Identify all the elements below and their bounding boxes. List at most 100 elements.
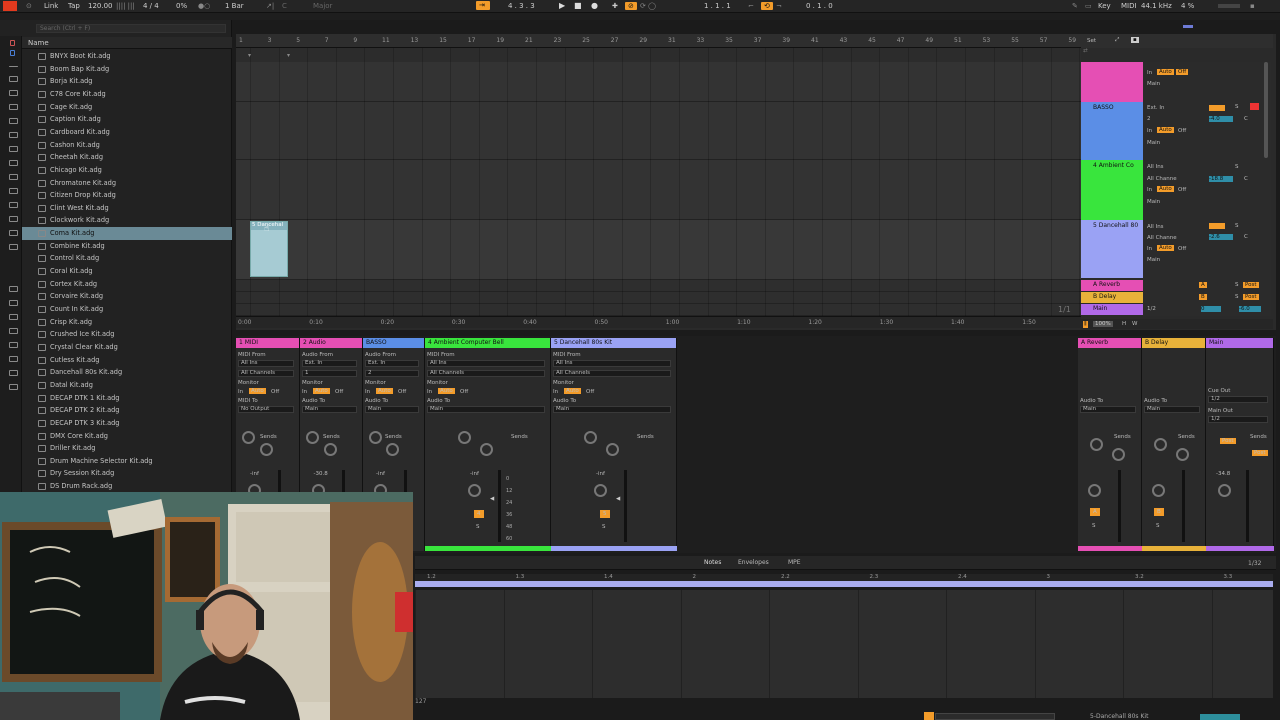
monitor-off[interactable]: Off xyxy=(586,389,594,395)
keyboard-icon[interactable]: ▭ xyxy=(1085,2,1092,10)
browser-item[interactable]: Datal Kit.adg xyxy=(22,379,232,392)
tempo-field[interactable]: 120.00 xyxy=(88,2,113,10)
browser-item[interactable]: Driller Kit.adg xyxy=(22,442,232,455)
monitor-auto[interactable]: Auto xyxy=(564,388,581,394)
grid-setting[interactable]: 1/32 xyxy=(1248,560,1261,567)
library-icon[interactable] xyxy=(9,76,18,82)
places-icon[interactable] xyxy=(9,286,18,292)
cue-output[interactable]: 1/2 xyxy=(1147,306,1156,312)
monitor-auto[interactable]: Auto xyxy=(438,388,455,394)
send-b-knob[interactable] xyxy=(323,443,337,456)
return-b-send[interactable]: B xyxy=(1199,294,1207,300)
send-b-knob[interactable] xyxy=(480,443,493,456)
monitor-off[interactable]: Off xyxy=(460,389,468,395)
input-type-select[interactable]: Ext. In xyxy=(302,360,357,367)
input-channel[interactable]: 2 xyxy=(1147,116,1151,122)
input-channel-select[interactable]: All Channels xyxy=(427,370,545,377)
send-b-knob[interactable] xyxy=(606,443,619,456)
browser-item[interactable]: Chromatone Kit.adg xyxy=(22,177,232,190)
send-a-knob[interactable] xyxy=(369,431,382,444)
input-type-select[interactable]: All Ins xyxy=(427,360,545,367)
monitor-in[interactable]: In xyxy=(1147,246,1152,252)
io-toggle-icon[interactable]: ▪ xyxy=(1131,37,1139,43)
track-head-ambient[interactable]: 4 Ambient Co xyxy=(1081,160,1143,220)
collections-blue-icon[interactable] xyxy=(10,50,15,56)
set-button[interactable]: Set xyxy=(1087,38,1096,44)
send-a-knob[interactable] xyxy=(458,431,471,444)
main-pan[interactable]: 0 xyxy=(1201,306,1221,312)
user-library-icon[interactable] xyxy=(9,314,18,320)
time-signature[interactable]: 4 / 4 xyxy=(143,2,159,10)
fader-cap-icon[interactable]: ◀ xyxy=(616,496,620,502)
draw-mode-icon[interactable]: ✎ xyxy=(1072,2,1078,10)
solo-button[interactable]: S xyxy=(1156,523,1160,529)
browser-item[interactable]: Crushed Ice Kit.adg xyxy=(22,328,232,341)
track-activator[interactable]: 4 xyxy=(474,510,484,518)
browser-item[interactable]: Dry Session Kit.adg xyxy=(22,467,232,480)
solo-button[interactable]: S xyxy=(476,524,480,530)
output-type-select[interactable]: Main xyxy=(553,406,671,413)
ableton-menu-icon[interactable] xyxy=(3,1,17,11)
monitor-auto[interactable]: Auto xyxy=(1157,245,1174,251)
monitor-in[interactable]: In xyxy=(1147,70,1152,76)
clip-loop-bar[interactable] xyxy=(415,581,1273,587)
arm-button[interactable] xyxy=(1250,103,1259,110)
output-select[interactable]: Main xyxy=(1147,257,1160,263)
browser-item[interactable]: Cutless Kit.adg xyxy=(22,354,232,367)
monitor-in[interactable]: In xyxy=(553,389,558,395)
browser-item[interactable]: DS Drum Rack.adg xyxy=(22,480,232,493)
volume-field[interactable]: -2.6 xyxy=(1209,234,1233,240)
monitor-in[interactable]: In xyxy=(1147,187,1152,193)
strip-title[interactable]: 5 Dancehall 80s Kit xyxy=(551,338,676,348)
cue-out-select[interactable]: 1/2 xyxy=(1208,396,1268,403)
track-head-basso[interactable]: BASSO xyxy=(1081,102,1143,160)
output-type-select[interactable]: Main xyxy=(427,406,545,413)
return-lane-delay[interactable] xyxy=(236,292,1081,304)
browser-item[interactable]: Coral Kit.adg xyxy=(22,265,232,278)
samples-icon[interactable] xyxy=(9,202,18,208)
output-select[interactable]: Main xyxy=(1147,140,1160,146)
overview-strip[interactable] xyxy=(0,13,1280,20)
punch-in-icon[interactable]: ⌐ xyxy=(748,2,754,10)
monitor-off[interactable]: Off xyxy=(1178,187,1186,193)
browser-item[interactable]: Coma Kit.adg xyxy=(22,227,232,240)
plugins-icon[interactable] xyxy=(9,174,18,180)
packs-icon[interactable] xyxy=(9,300,18,306)
collections-red-icon[interactable] xyxy=(10,40,15,46)
browser-item[interactable]: Borja Kit.adg xyxy=(22,75,232,88)
clips-icon[interactable] xyxy=(9,188,18,194)
tunings-icon[interactable] xyxy=(9,230,18,236)
monitor-in[interactable]: In xyxy=(302,389,307,395)
solo-button[interactable]: S xyxy=(1235,294,1239,300)
input-channel-select[interactable]: All Channels xyxy=(238,370,294,377)
folder-icon[interactable] xyxy=(9,370,18,376)
browser-item[interactable]: Clint West Kit.adg xyxy=(22,202,232,215)
input-type-select[interactable]: All Ins xyxy=(553,360,671,367)
song-position[interactable]: 4 . 3 . 3 xyxy=(508,2,535,10)
link-button[interactable]: Link xyxy=(44,2,58,10)
strip-title[interactable]: 1 MIDI xyxy=(236,338,299,348)
monitor-in[interactable]: In xyxy=(1147,128,1152,134)
monitor-in[interactable]: In xyxy=(427,389,432,395)
input-channel[interactable]: All Channe xyxy=(1147,176,1177,182)
browser-item[interactable]: C78 Core Kit.adg xyxy=(22,88,232,101)
output-type-select[interactable]: Main xyxy=(365,406,419,413)
output-type-select[interactable]: Main xyxy=(302,406,357,413)
track-lane-dancehall[interactable] xyxy=(236,220,1081,280)
pan-knob[interactable] xyxy=(1088,484,1101,497)
browser-item[interactable]: DECAP DTK 2 Kit.adg xyxy=(22,404,232,417)
return-a-send[interactable]: A xyxy=(1199,282,1207,288)
browser-search-input[interactable]: Search (Ctrl + F) xyxy=(36,24,226,33)
output-type-select[interactable]: Main xyxy=(1144,406,1200,413)
send-a-knob[interactable] xyxy=(306,431,319,444)
note-editor[interactable] xyxy=(415,590,1273,698)
volume-fader[interactable] xyxy=(1182,470,1185,542)
browser-item[interactable]: Crystal Clear Kit.adg xyxy=(22,341,232,354)
input-channel-select[interactable]: 1 xyxy=(302,370,357,377)
browser-item[interactable]: Caption Kit.adg xyxy=(22,113,232,126)
track-lane-ambient[interactable] xyxy=(236,160,1081,220)
send-a-knob[interactable] xyxy=(584,431,597,444)
monitor-in[interactable]: In xyxy=(365,389,370,395)
play-icon[interactable]: ▶ xyxy=(559,1,565,10)
pan-field[interactable]: C xyxy=(1244,234,1248,240)
